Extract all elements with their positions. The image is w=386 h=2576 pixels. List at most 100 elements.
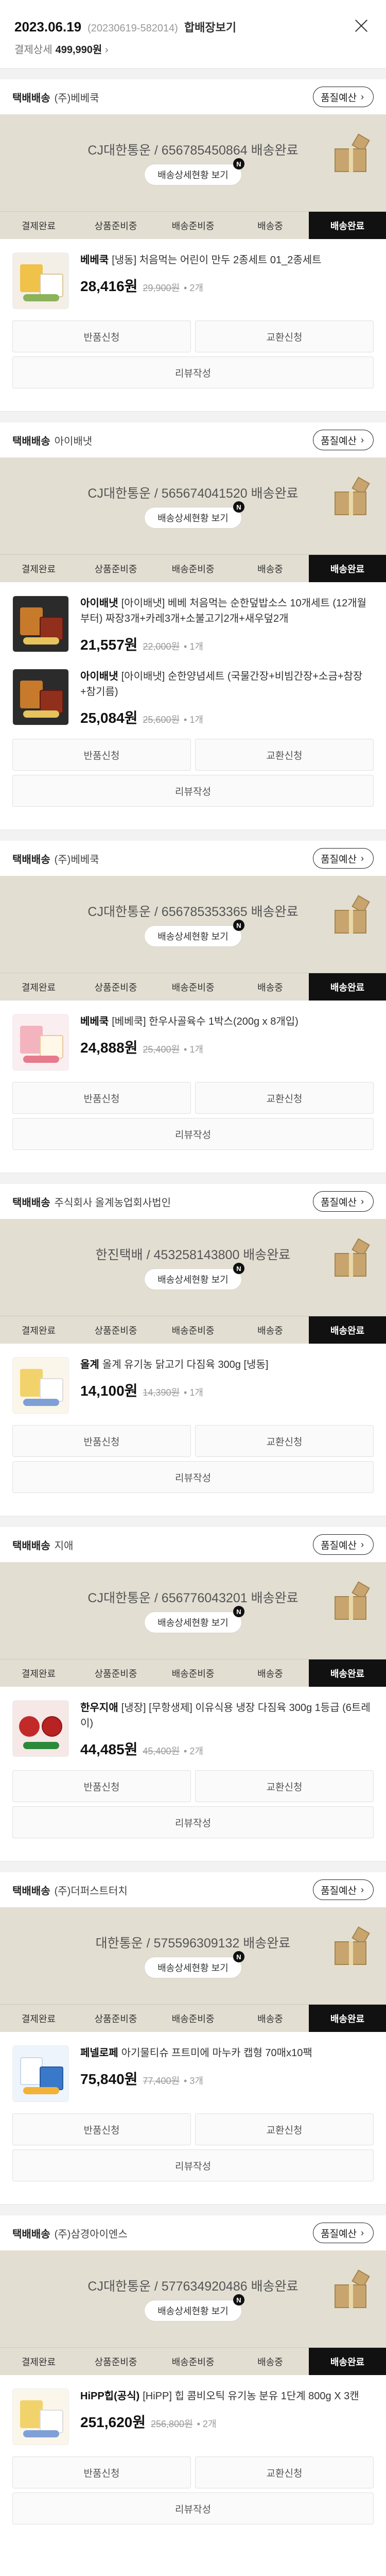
product-title: [HiPP] 힙 콤비오틱 유기농 분유 1단계 800g X 3캔 bbox=[143, 2391, 359, 2402]
quality-button[interactable]: 품질예산 › bbox=[313, 430, 374, 450]
quality-label: 품질예산 bbox=[321, 1540, 357, 1551]
card-spacer bbox=[0, 1150, 386, 1173]
product-item[interactable]: 베베쿡 [냉동] 처음먹는 어린이 만두 2종세트 01_2종세트 28,416원… bbox=[0, 239, 386, 320]
return-button[interactable]: 반품신청 bbox=[12, 739, 191, 771]
product-name[interactable]: 아이배냇 [아이배냇] 순한양념세트 (국물간장+비빔간장+소금+참장+참기름) bbox=[80, 669, 374, 700]
product-item[interactable]: 아이배냇 [아이배냇] 베베 처음먹는 순한덮밥소스 10개세트 (12개월부터)… bbox=[0, 582, 386, 666]
return-button[interactable]: 반품신청 bbox=[12, 2113, 191, 2145]
product-title: [베베쿡] 한우사골육수 1박스(200g x 8개입) bbox=[112, 1016, 299, 1027]
product-item[interactable]: 아이배냇 [아이배냇] 순한양념세트 (국물간장+비빔간장+소금+참장+참기름) … bbox=[0, 666, 386, 739]
product-thumbnail[interactable] bbox=[12, 2045, 69, 2102]
product-thumbnail[interactable] bbox=[12, 2388, 69, 2445]
product-name[interactable]: HiPP힙(공식) [HiPP] 힙 콤비오틱 유기농 분유 1단계 800g X… bbox=[80, 2388, 374, 2404]
delivery-step: 배송중 bbox=[257, 221, 283, 231]
tracking-detail-button[interactable]: 배송상세현황 보기 N bbox=[144, 920, 244, 947]
review-button[interactable]: 리뷰작성 bbox=[12, 775, 374, 807]
product-thumbnail[interactable] bbox=[12, 252, 69, 309]
review-button[interactable]: 리뷰작성 bbox=[12, 1806, 374, 1838]
section-divider bbox=[0, 1173, 386, 1184]
delivery-step: 결제완료 bbox=[21, 982, 56, 993]
card-spacer bbox=[0, 807, 386, 829]
action-row: 반품신청 교환신청 bbox=[12, 2113, 374, 2145]
tracking-detail-button[interactable]: 배송상세현황 보기 N bbox=[144, 1263, 244, 1290]
product-name[interactable]: 베베쿡 [베베쿡] 한우사골육수 1박스(200g x 8개입) bbox=[80, 1014, 374, 1029]
product-thumbnail[interactable] bbox=[12, 596, 69, 652]
tracking-number: 한진택배 / 453258143800 배송완료 bbox=[95, 1248, 291, 1262]
tracking-panel: CJ대한통운 / 656785353365 배송완료 배송상세현황 보기 N bbox=[0, 876, 386, 973]
review-button[interactable]: 리뷰작성 bbox=[12, 2493, 374, 2524]
tracking-panel: CJ대한통운 / 656776043201 배송완료 배송상세현황 보기 N bbox=[0, 1562, 386, 1659]
product-thumbnail[interactable] bbox=[12, 1357, 69, 1414]
delivery-step-current: 배송완료 bbox=[309, 973, 386, 1001]
tracking-detail-button[interactable]: 배송상세현황 보기 N bbox=[144, 2294, 244, 2321]
delivery-step: 상품준비중 bbox=[94, 1325, 137, 1336]
product-quantity: • 1개 bbox=[184, 1044, 203, 1055]
exchange-button[interactable]: 교환신청 bbox=[195, 2113, 374, 2145]
section-divider bbox=[0, 68, 386, 79]
product-thumbnail[interactable] bbox=[12, 1014, 69, 1071]
product-thumbnail[interactable] bbox=[12, 1700, 69, 1757]
exchange-button[interactable]: 교환신청 bbox=[195, 1425, 374, 1457]
review-button[interactable]: 리뷰작성 bbox=[12, 1118, 374, 1150]
carrier-type: 택배배송 bbox=[12, 1885, 50, 1897]
quality-button[interactable]: 품질예산 › bbox=[313, 87, 374, 107]
product-item[interactable]: HiPP힙(공식) [HiPP] 힙 콤비오틱 유기농 분유 1단계 800g X… bbox=[0, 2375, 386, 2456]
product-item[interactable]: 페넬로페 아기물티슈 프트미에 마누카 캡형 70매x10팩 75,840원 77… bbox=[0, 2032, 386, 2113]
action-row: 반품신청 교환신청 bbox=[12, 320, 374, 352]
shipment-header: 택배배송 (주)베베쿡 품질예산 › bbox=[0, 841, 386, 876]
product-price: 14,100원 bbox=[80, 1383, 138, 1399]
return-button[interactable]: 반품신청 bbox=[12, 1770, 191, 1802]
box-tape-shape bbox=[349, 910, 353, 934]
product-item[interactable]: 올계 올계 유기농 닭고기 다짐육 300g [냉동] 14,100원 14,39… bbox=[0, 1344, 386, 1425]
product-item[interactable]: 베베쿡 [베베쿡] 한우사골육수 1박스(200g x 8개입) 24,888원 … bbox=[0, 1001, 386, 1082]
product-title: [냉장] [무항생제] 이유식용 냉장 다짐육 300g 1등급 (6트레이) bbox=[80, 1702, 371, 1729]
close-button[interactable] bbox=[352, 16, 371, 35]
product-name[interactable]: 아이배냇 [아이배냇] 베베 처음먹는 순한덮밥소스 10개세트 (12개월부터)… bbox=[80, 596, 374, 626]
product-price: 28,416원 bbox=[80, 278, 138, 294]
return-button[interactable]: 반품신청 bbox=[12, 320, 191, 352]
delivery-steps: 결제완료 상품준비중 배송준비중 배송중 배송완료 bbox=[0, 1316, 386, 1344]
seller-name: (주)삼경아이엔스 bbox=[54, 2228, 128, 2240]
quality-button[interactable]: 품질예산 › bbox=[313, 1879, 374, 1900]
card-spacer bbox=[0, 2524, 386, 2547]
exchange-button[interactable]: 교환신청 bbox=[195, 1770, 374, 1802]
payment-amount: 499,990원 bbox=[55, 44, 102, 56]
exchange-button[interactable]: 교환신청 bbox=[195, 1082, 374, 1114]
payment-detail-link[interactable]: 결제상세 499,990원 › bbox=[14, 41, 372, 56]
exchange-button[interactable]: 교환신청 bbox=[195, 739, 374, 771]
exchange-button[interactable]: 교환신청 bbox=[195, 320, 374, 352]
merge-view-link[interactable]: 합배장보기 bbox=[184, 19, 236, 35]
section-divider bbox=[0, 829, 386, 841]
review-button[interactable]: 리뷰작성 bbox=[12, 1461, 374, 1493]
quality-label: 품질예산 bbox=[321, 854, 357, 865]
product-name[interactable]: 페넬로페 아기물티슈 프트미에 마누카 캡형 70매x10팩 bbox=[80, 2045, 374, 2061]
quality-button[interactable]: 품질예산 › bbox=[313, 1191, 374, 1212]
product-thumbnail[interactable] bbox=[12, 669, 69, 725]
product-item[interactable]: 한우지애 [냉장] [무항생제] 이유식용 냉장 다짐육 300g 1등급 (6트… bbox=[0, 1687, 386, 1770]
product-brand: 페넬로페 bbox=[80, 2047, 118, 2059]
price-row: 21,557원 22,000원 • 1개 bbox=[80, 634, 374, 654]
return-button[interactable]: 반품신청 bbox=[12, 1425, 191, 1457]
quality-button[interactable]: 품질예산 › bbox=[313, 848, 374, 869]
review-button[interactable]: 리뷰작성 bbox=[12, 2149, 374, 2181]
exchange-button[interactable]: 교환신청 bbox=[195, 2456, 374, 2488]
tracking-detail-button[interactable]: 배송상세현황 보기 N bbox=[144, 158, 244, 185]
seller-name: (주)더퍼스트터치 bbox=[54, 1885, 128, 1897]
action-row: 반품신청 교환신청 bbox=[12, 1082, 374, 1114]
tracking-detail-button[interactable]: 배송상세현황 보기 N bbox=[144, 501, 244, 529]
shipment-card: 택배배송 (주)베베쿡 품질예산 › CJ대한통운 / 656785450864 배… bbox=[0, 79, 386, 411]
return-button[interactable]: 반품신청 bbox=[12, 2456, 191, 2488]
product-name[interactable]: 한우지애 [냉장] [무항생제] 이유식용 냉장 다짐육 300g 1등급 (6트… bbox=[80, 1700, 374, 1731]
shipment-actions: 반품신청 교환신청 리뷰작성 bbox=[0, 1770, 386, 1838]
tracking-detail-button[interactable]: 배송상세현황 보기 N bbox=[144, 1951, 244, 1978]
product-original-price: 77,400원 bbox=[143, 2076, 180, 2086]
shipment-seller: 택배배송 (주)베베쿡 bbox=[12, 851, 99, 866]
return-button[interactable]: 반품신청 bbox=[12, 1082, 191, 1114]
quality-button[interactable]: 품질예산 › bbox=[313, 1534, 374, 1555]
review-button[interactable]: 리뷰작성 bbox=[12, 357, 374, 388]
tracking-detail-button[interactable]: 배송상세현황 보기 N bbox=[144, 1606, 244, 1633]
product-name[interactable]: 베베쿡 [냉동] 처음먹는 어린이 만두 2종세트 01_2종세트 bbox=[80, 252, 374, 268]
product-name[interactable]: 올계 올계 유기농 닭고기 다짐육 300g [냉동] bbox=[80, 1357, 374, 1372]
delivery-step: 결제완료 bbox=[21, 2357, 56, 2367]
quality-button[interactable]: 품질예산 › bbox=[313, 2223, 374, 2243]
